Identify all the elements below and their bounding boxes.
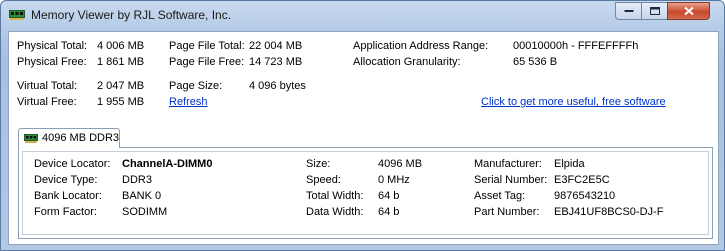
physical-free-value: 1 861 MB	[97, 56, 145, 68]
physical-total-value: 4 006 MB	[97, 40, 145, 52]
asset-tag-label: Asset Tag:	[474, 190, 526, 202]
page-file-free-value: 14 723 MB	[249, 56, 303, 68]
device-type-label: Device Type:	[34, 174, 98, 186]
tab-memory-module[interactable]: 4096 MB DDR3	[18, 128, 120, 148]
serial-number-value: E3FC2E5C	[554, 174, 610, 186]
speed-value: 0 MHz	[378, 174, 410, 186]
virtual-total-value: 2 047 MB	[97, 80, 145, 92]
page-file-total-value: 22 004 MB	[249, 40, 303, 52]
device-locator-label: Device Locator:	[34, 158, 111, 170]
physical-total-label: Physical Total:	[17, 40, 88, 52]
size-label: Size:	[306, 158, 331, 170]
title-bar[interactable]: Memory Viewer by RJL Software, Inc.	[1, 1, 724, 31]
module-details-panel: Device Locator: ChannelA-DIMM0 Device Ty…	[18, 147, 713, 239]
close-icon	[683, 6, 694, 16]
app-window: Memory Viewer by RJL Software, Inc. Phys…	[0, 0, 725, 251]
form-factor-label: Form Factor:	[34, 206, 97, 218]
total-width-value: 64 b	[378, 190, 400, 202]
device-type-value: DDR3	[122, 174, 152, 186]
tab-label: 4096 MB DDR3	[42, 132, 120, 144]
bank-locator-value: BANK 0	[122, 190, 162, 202]
minimize-icon	[624, 10, 633, 12]
page-size-value: 4 096 bytes	[249, 80, 306, 92]
part-number-label: Part Number:	[474, 206, 540, 218]
memory-chip-icon	[24, 134, 38, 143]
virtual-total-label: Virtual Total:	[17, 80, 78, 92]
alloc-granularity-label: Allocation Granularity:	[353, 56, 461, 68]
maximize-button[interactable]	[641, 2, 667, 20]
form-factor-value: SODIMM	[122, 206, 168, 218]
free-software-link[interactable]: Click to get more useful, free software	[481, 96, 666, 109]
module-details: Device Locator: ChannelA-DIMM0 Device Ty…	[22, 151, 709, 235]
page-file-free-label: Page File Free:	[169, 56, 245, 68]
device-locator-value: ChannelA-DIMM0	[122, 158, 213, 170]
app-address-range-label: Application Address Range:	[353, 40, 489, 52]
manufacturer-label: Manufacturer:	[474, 158, 542, 170]
minimize-button[interactable]	[615, 2, 641, 20]
main-content: Physical Total: 4 006 MB Physical Free: …	[8, 31, 719, 245]
window-title: Memory Viewer by RJL Software, Inc.	[31, 8, 232, 22]
serial-number-label: Serial Number:	[474, 174, 548, 186]
virtual-free-label: Virtual Free:	[17, 96, 77, 108]
bank-locator-label: Bank Locator:	[34, 190, 102, 202]
alloc-granularity-value: 65 536 B	[513, 56, 558, 68]
manufacturer-value: Elpida	[554, 158, 585, 170]
size-value: 4096 MB	[378, 158, 423, 170]
maximize-icon	[649, 7, 660, 15]
asset-tag-value: 9876543210	[554, 190, 616, 202]
memory-chip-icon	[9, 10, 25, 20]
app-address-range-value: 00010000h - FFFEFFFFh	[513, 40, 639, 52]
data-width-label: Data Width:	[306, 206, 364, 218]
physical-free-label: Physical Free:	[17, 56, 87, 68]
data-width-value: 64 b	[378, 206, 400, 218]
virtual-free-value: 1 955 MB	[97, 96, 145, 108]
close-button[interactable]	[667, 2, 710, 20]
speed-label: Speed:	[306, 174, 341, 186]
part-number-value: EBJ41UF8BCS0-DJ-F	[554, 206, 664, 218]
refresh-link[interactable]: Refresh	[169, 96, 208, 109]
page-size-label: Page Size:	[169, 80, 223, 92]
total-width-label: Total Width:	[306, 190, 364, 202]
page-file-total-label: Page File Total:	[169, 40, 245, 52]
